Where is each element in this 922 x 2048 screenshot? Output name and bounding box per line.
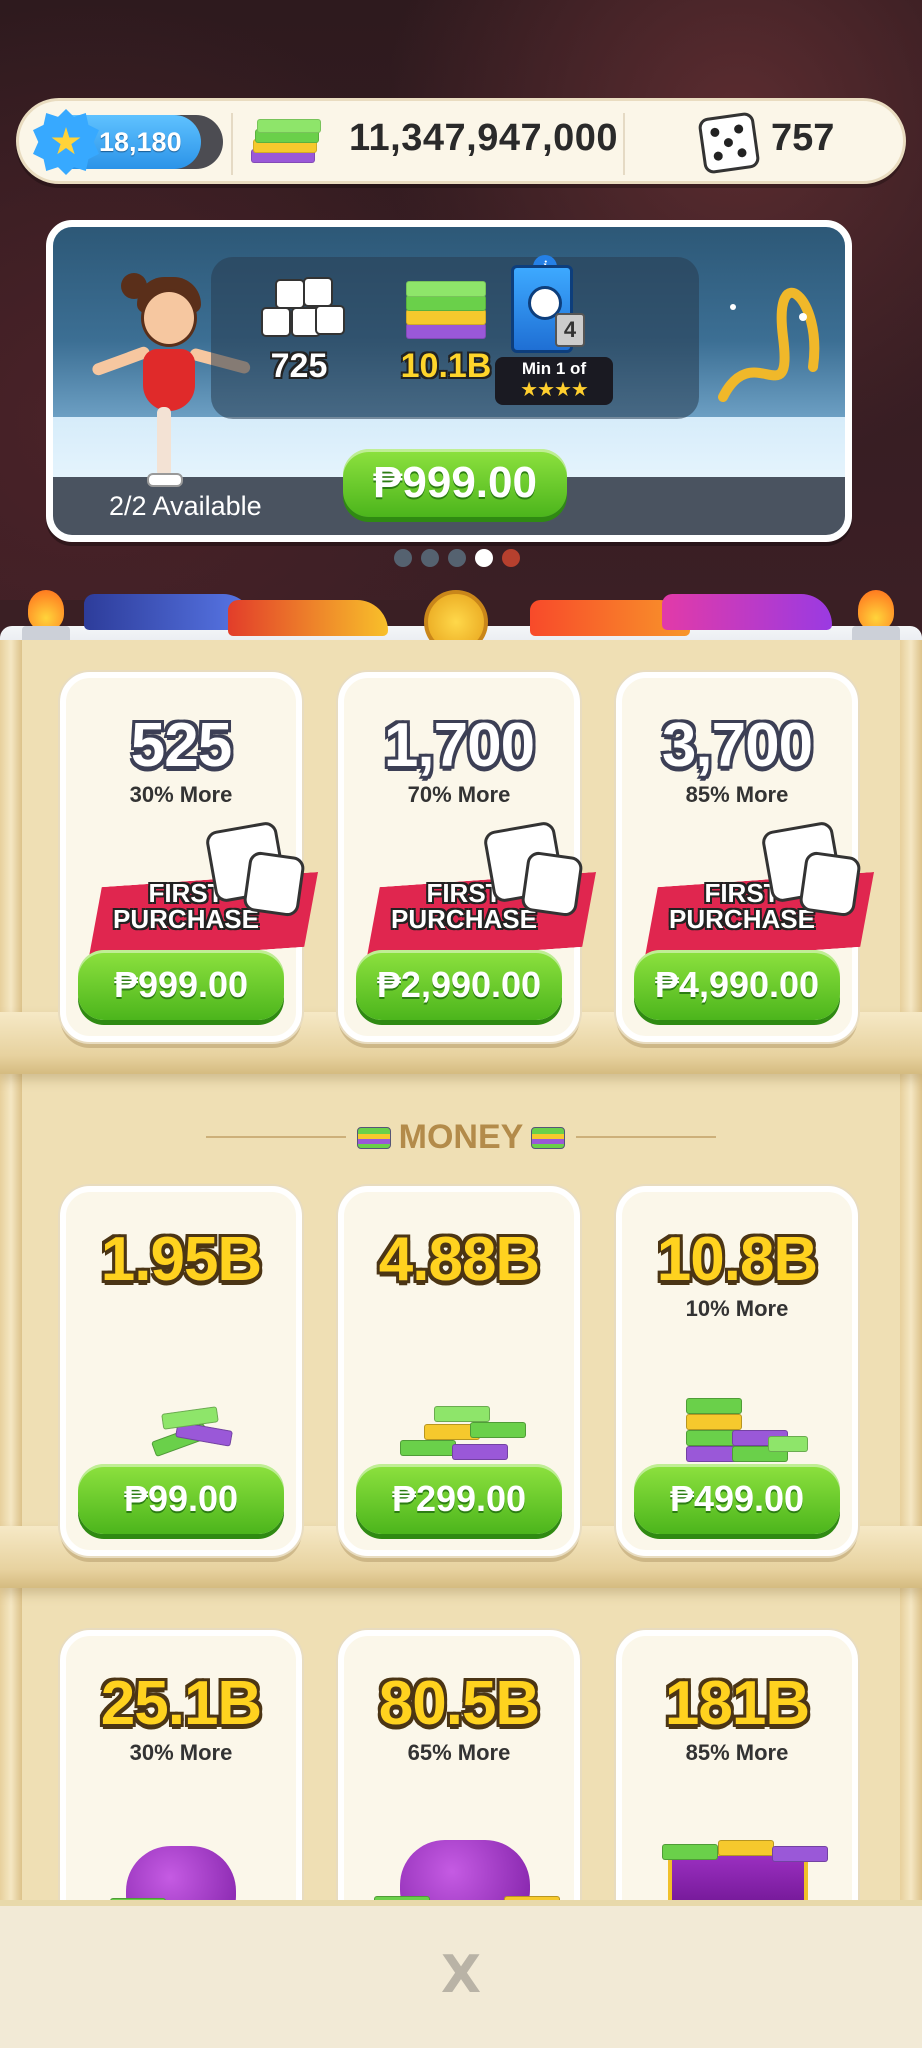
- gold-ribbon-decoration: [718, 287, 820, 402]
- dice-pack-price-button[interactable]: ₱2,990.00: [356, 950, 562, 1020]
- bottom-bar: X: [0, 1900, 922, 2048]
- currency-bar: 18,180 11,347,947,000 757: [16, 98, 906, 184]
- dice-icon: [697, 111, 761, 175]
- availability-text: 2/2 Available: [109, 491, 262, 521]
- money-pack-price-button[interactable]: ₱499.00: [634, 1464, 840, 1534]
- money-pack-card[interactable]: 4.88B ₱299.00: [338, 1186, 580, 1556]
- medal-value: 18,180: [99, 127, 182, 157]
- dice-pack-price-button[interactable]: ₱4,990.00: [634, 950, 840, 1020]
- money-pack-card[interactable]: 10.8B 10% More ₱499.00: [616, 1186, 858, 1556]
- cash-value: 11,347,947,000: [349, 117, 619, 159]
- offer-rewards-panel: 725 10.1B i 4 Min 1 of ★★★★: [211, 255, 699, 419]
- dice-pack-card[interactable]: 1,700 70% More FIRST PURCHASE ₱2,990.00: [338, 672, 580, 1042]
- sticker-rarity-box: Min 1 of ★★★★: [495, 357, 613, 405]
- carousel-dot[interactable]: [394, 549, 412, 567]
- shop-shelves: 525 30% More FIRST PURCHASE ₱999.00 1,700…: [0, 640, 922, 2000]
- cash-icon: [398, 267, 494, 347]
- flame-torch-icon: [848, 590, 904, 646]
- sticker-count-badge: 4: [555, 313, 585, 347]
- dice-stack-icon: [253, 267, 345, 347]
- bobsled-icon: [228, 600, 388, 636]
- carousel-dot[interactable]: [448, 549, 466, 567]
- money-pack-price-button[interactable]: ₱299.00: [356, 1464, 562, 1534]
- featured-price-button[interactable]: ₱999.00: [343, 449, 567, 517]
- cash-icon: [531, 1126, 566, 1149]
- flame-torch-icon: [18, 590, 74, 646]
- carousel-dot-active[interactable]: [475, 549, 493, 567]
- carousel-dot[interactable]: [502, 549, 520, 567]
- carousel-pagination: [394, 546, 528, 568]
- star-rating-icon: ★★★★: [520, 377, 589, 401]
- dice-pack-price-button[interactable]: ₱999.00: [78, 950, 284, 1020]
- medal-progress[interactable]: 18,180: [33, 109, 223, 175]
- reward-cash: 10.1B: [391, 267, 501, 386]
- close-button[interactable]: X: [430, 1944, 492, 2006]
- dice-pack-card[interactable]: 3,700 85% More FIRST PURCHASE ₱4,990.00: [616, 672, 858, 1042]
- dice-icon: [520, 850, 584, 918]
- dice-icon: [242, 850, 306, 918]
- cash-icon: [356, 1126, 391, 1149]
- money-pack-card[interactable]: 1.95B ₱99.00: [60, 1186, 302, 1556]
- money-pack-price-button[interactable]: ₱99.00: [78, 1464, 284, 1534]
- bobsled-icon: [662, 594, 832, 630]
- cash-icon: [251, 119, 321, 169]
- dice-value: 757: [771, 117, 835, 159]
- dice-icon: [798, 850, 862, 918]
- money-section-title: MONEY: [0, 1118, 922, 1157]
- carousel-dot[interactable]: [421, 549, 439, 567]
- dice-pack-card[interactable]: 525 30% More FIRST PURCHASE ₱999.00: [60, 672, 302, 1042]
- reward-dice: 725: [249, 267, 349, 386]
- featured-offer-banner[interactable]: 725 10.1B i 4 Min 1 of ★★★★ 2/2 Availabl…: [46, 220, 852, 542]
